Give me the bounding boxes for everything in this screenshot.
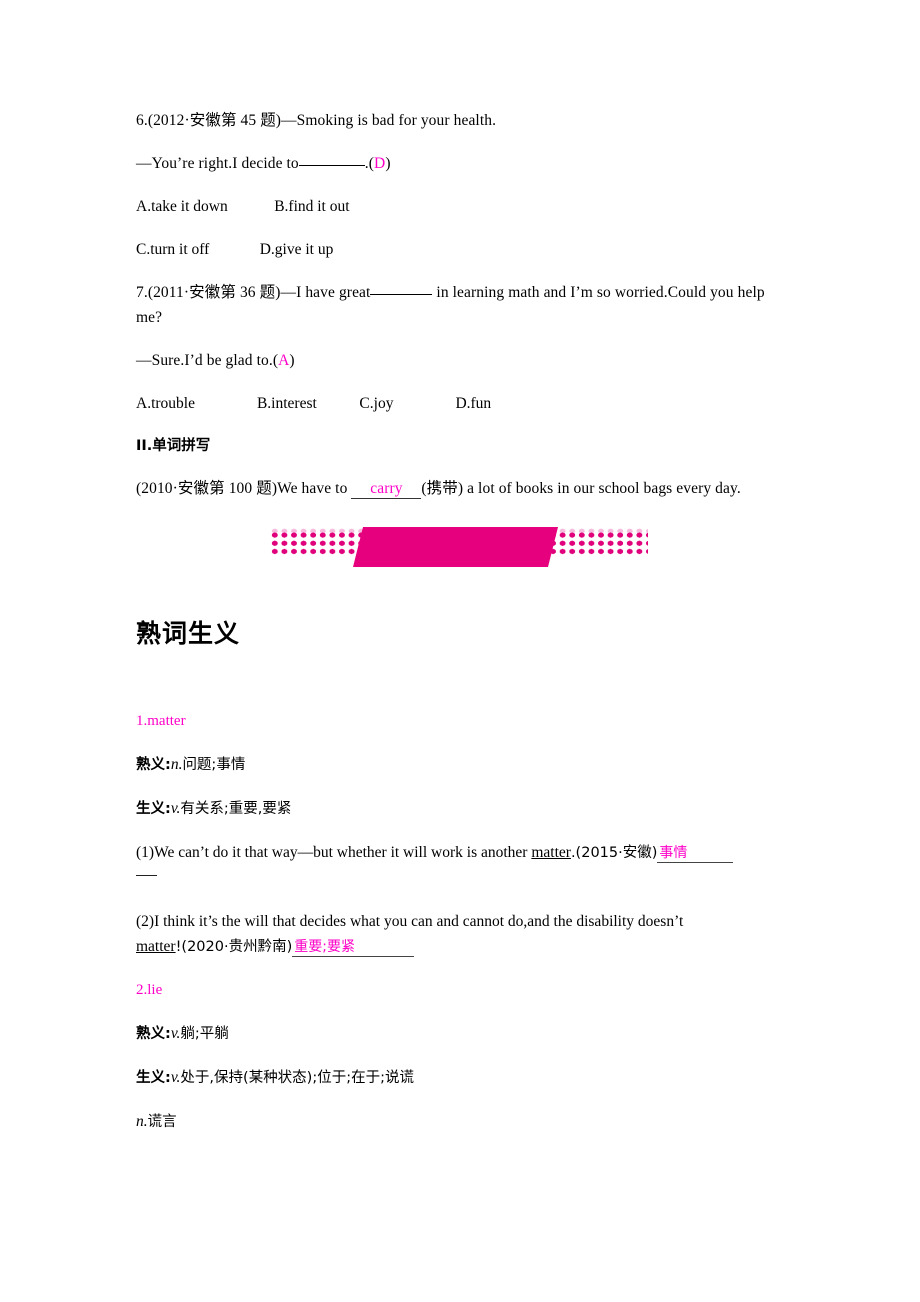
question-7-response-prefix: —Sure.I’d be glad to.( [136, 352, 279, 369]
entry-1-example-2-source: !(2020·贵州黔南) [175, 939, 293, 955]
document-page: 6.(2012·安徽第 45 题)—Smoking is bad for you… [0, 0, 920, 1302]
entry-1-index: 1.matter [136, 713, 186, 729]
entry-1-example-2-text: I think it’s the will that decides what … [154, 913, 684, 930]
question-7-paren-close: ) [289, 352, 295, 369]
question-6-stem: 6.(2012·安徽第 45 题)—Smoking is bad for you… [136, 112, 497, 129]
question-7-stem: 7.(2011·安徽第 36 题)—I have great in learni… [136, 280, 784, 330]
entry-1-new-meaning: 有关系;重要,要紧 [180, 801, 292, 817]
question-6-paren-open: .( [364, 155, 375, 172]
entry-1-example-1: (1)We can’t do it that way—but whether i… [136, 840, 784, 891]
question-7-options-row-1: A.trouble B.interest C.joy D.fun [136, 395, 492, 412]
banner-container [136, 519, 784, 575]
entry-1-familiar-meaning: 问题;事情 [182, 757, 246, 773]
spelling-question: (2010·安徽第 100 题)We have to carry (携带) a l… [136, 476, 784, 501]
question-6-paren-close: ) [385, 155, 391, 172]
entry-1-new-pos: v. [170, 800, 181, 817]
page-content: 6.(2012·安徽第 45 题)—Smoking is bad for you… [136, 108, 784, 1153]
chapter-title: 熟词生义 [136, 619, 241, 648]
entry-2-index: 2.lie [136, 982, 163, 998]
entry-2-new-pos: v. [170, 1069, 181, 1086]
entry-2-familiar-definition: 熟义:v.躺;平躺 [136, 1021, 784, 1047]
entry-1-new-definition: 生义:v.有关系;重要,要紧 [136, 796, 784, 822]
question-6-response: —You’re right.I decide to .(D) [136, 151, 784, 176]
entry-2-familiar-meaning: 躺;平躺 [180, 1026, 229, 1042]
question-7-answer-key: A [278, 352, 290, 369]
entry-2-extra-pos: n. [136, 1113, 148, 1130]
question-6-options-row-1: A.take it down B.find it out [136, 198, 350, 215]
entry-1-example-1-source: .(2015·安徽) [570, 845, 658, 861]
spelling-suffix: (携带) a lot of books in our school bags e… [421, 480, 741, 497]
question-7-stem-prefix: 7.(2011·安徽第 36 题)—I have great [136, 284, 371, 301]
entry-2-familiar-pos: v. [170, 1025, 181, 1042]
entry-2-extra-definition: n.谎言 [136, 1109, 784, 1135]
decorative-banner [270, 527, 648, 567]
entry-1-familiar-definition: 熟义:n.问题;事情 [136, 752, 784, 778]
entry-1-example-1-number: (1) [136, 844, 155, 861]
entry-2-extra-meaning: 谎言 [147, 1114, 177, 1130]
spelling-prefix: (2010·安徽第 100 题)We have to [136, 480, 348, 497]
banner-parallelogram [353, 527, 558, 567]
entry-1-example-2-keyword: matter [136, 938, 176, 955]
entry-1-example-2-number: (2) [136, 913, 155, 930]
entry-1-example-1-underline-continuation [136, 866, 157, 876]
section-heading-spelling: II.单词拼写 [136, 438, 211, 454]
entry-1-example-1-keyword: matter [531, 844, 571, 861]
entry-2-new-label: 生义: [136, 1070, 171, 1086]
question-6-options-row-2: C.turn it off D.give it up [136, 241, 334, 258]
entry-1-familiar-pos: n. [170, 756, 183, 773]
entry-1-new-label: 生义: [136, 801, 171, 817]
question-6-blank [298, 165, 365, 166]
entry-2-new-meaning: 处于,保持(某种状态);位于;在于;说谎 [180, 1070, 414, 1086]
entry-1-example-2-answer: 重要;要紧 [292, 939, 415, 957]
question-7-blank [370, 294, 433, 295]
entry-1-example-1-answer: 事情 [657, 845, 734, 863]
entry-1-example-2: (2)I think it’s the will that decides wh… [136, 909, 784, 960]
entry-1-example-1-text: We can’t do it that way—but whether it w… [154, 844, 532, 861]
spelling-answer-blank: carry [351, 480, 422, 499]
question-6-response-prefix: —You’re right.I decide to [136, 155, 299, 172]
entry-1-familiar-label: 熟义: [136, 757, 171, 773]
question-6-answer-key: D [374, 155, 386, 172]
entry-2-new-definition: 生义:v.处于,保持(某种状态);位于;在于;说谎 [136, 1065, 784, 1091]
question-7-response: —Sure.I’d be glad to.(A) [136, 348, 784, 373]
entry-2-familiar-label: 熟义: [136, 1026, 171, 1042]
